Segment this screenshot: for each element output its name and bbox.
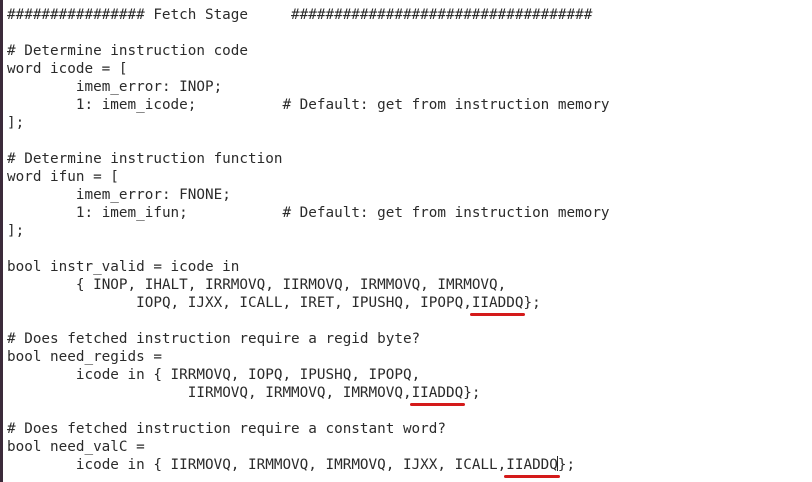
code-line: 1: imem_icode; # Default: get from instr…: [7, 97, 610, 113]
code-line: ################ Fetch Stage ###########…: [7, 7, 593, 23]
code-text: };: [523, 295, 541, 311]
code-line-need-valc: icode in { IIRMOVQ, IRMMOVQ, IMRMOVQ, IJ…: [7, 456, 812, 478]
code-line: bool need_regids =: [7, 349, 162, 365]
code-line: # Does fetched instruction require a reg…: [7, 331, 421, 347]
code-text: };: [557, 457, 576, 473]
code-line: { INOP, IHALT, IRRMOVQ, IIRMOVQ, IRMMOVQ…: [7, 277, 507, 293]
code-line: word icode = [: [7, 61, 128, 77]
code-line-need-regids-end: IIRMOVQ, IRMMOVQ, IMRMOVQ,IIADDQ};: [7, 384, 812, 406]
code-text: icode in { IIRMOVQ, IRMMOVQ, IMRMOVQ, IJ…: [7, 457, 507, 473]
code-area[interactable]: ################ Fetch Stage ###########…: [7, 6, 812, 478]
code-line: # Does fetched instruction require a con…: [7, 421, 446, 437]
code-line: ];: [7, 223, 25, 239]
text-editor[interactable]: ################ Fetch Stage ###########…: [7, 6, 812, 482]
code-line: bool instr_valid = icode in: [7, 259, 240, 275]
code-line: word ifun = [: [7, 169, 119, 185]
code-line: bool need_valC =: [7, 439, 145, 455]
code-text: IOPQ, IJXX, ICALL, IRET, IPUSHQ, IPOPQ,: [7, 295, 472, 311]
code-line: imem_error: FNONE;: [7, 187, 231, 203]
code-text: IIRMOVQ, IRMMOVQ, IMRMOVQ,: [7, 385, 412, 401]
code-line: # Determine instruction function: [7, 151, 283, 167]
code-line-instr-valid-end: IOPQ, IJXX, ICALL, IRET, IPUSHQ, IPOPQ,I…: [7, 294, 812, 316]
window-edge: [0, 0, 3, 482]
code-line: imem_error: INOP;: [7, 79, 223, 95]
code-line: # Determine instruction code: [7, 43, 249, 59]
code-line: 1: imem_ifun; # Default: get from instru…: [7, 205, 610, 221]
underlined-addition: IIADDQ: [504, 457, 560, 478]
code-text: };: [463, 385, 481, 401]
underlined-addition: IIADDQ: [409, 385, 465, 406]
code-line: ];: [7, 115, 25, 131]
underlined-addition: IIADDQ: [469, 295, 526, 316]
code-line: icode in { IRRMOVQ, IOPQ, IPUSHQ, IPOPQ,: [7, 367, 421, 383]
